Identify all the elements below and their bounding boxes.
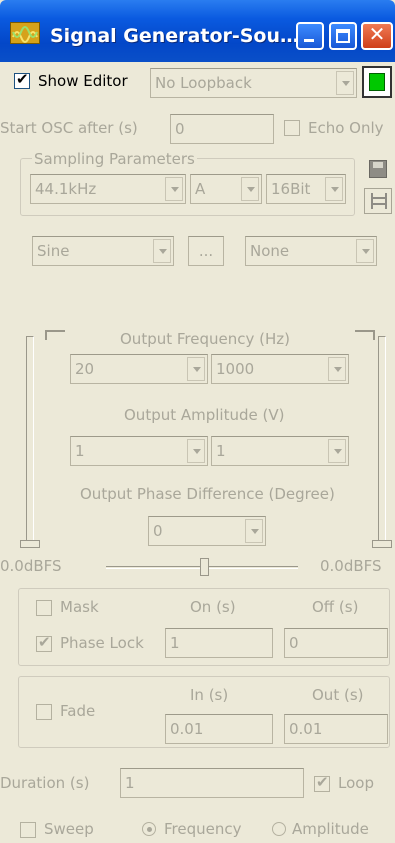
equalizer-icon: [371, 193, 387, 209]
amplitude-a-value: 1: [75, 442, 85, 460]
phase-difference-label: Output Phase Difference (Degree): [80, 485, 335, 503]
phase-value: 0: [153, 522, 163, 540]
mask-on-label: On (s): [190, 598, 236, 616]
start-osc-label: Start OSC after (s): [0, 119, 138, 137]
right-level-slider[interactable]: [378, 336, 386, 548]
sample-rate-select[interactable]: 44.1kHz: [30, 174, 186, 204]
chevron-down-icon: [153, 239, 171, 263]
balance-thumb[interactable]: [200, 558, 209, 576]
minimize-button[interactable]: [296, 22, 324, 50]
loop-label: Loop: [338, 774, 374, 792]
settings-button[interactable]: [364, 188, 392, 214]
fade-checkbox[interactable]: [36, 704, 52, 720]
chevron-down-icon: [165, 177, 183, 201]
sweep-label: Sweep: [44, 820, 94, 838]
left-level-slider[interactable]: [26, 336, 34, 548]
output-frequency-label: Output Frequency (Hz): [120, 330, 290, 348]
left-level-thumb[interactable]: [20, 540, 40, 548]
show-editor-checkbox[interactable]: ✔: [14, 70, 30, 89]
start-osc-field[interactable]: 0: [170, 114, 274, 144]
save-icon: [369, 160, 387, 178]
chevron-down-icon: [336, 71, 354, 95]
mask-off-field[interactable]: 0: [284, 628, 388, 658]
amplitude-a-select[interactable]: 1: [70, 436, 208, 466]
frequency-a-select[interactable]: 20: [70, 354, 208, 384]
modulation-value: None: [250, 242, 290, 260]
amplitude-b-select[interactable]: 1: [211, 436, 349, 466]
chevron-down-icon: [328, 357, 346, 381]
frequency-b-select[interactable]: 1000: [211, 354, 349, 384]
mask-checkbox[interactable]: [36, 600, 52, 616]
green-led-icon: [369, 73, 385, 91]
chevron-down-icon: [356, 239, 374, 263]
left-dbfs-label: 0.0dBFS: [0, 557, 62, 575]
phase-lock-label: Phase Lock: [60, 634, 144, 652]
run-toggle-button[interactable]: [362, 66, 392, 98]
sweep-checkbox[interactable]: [20, 822, 36, 838]
bit-depth-select[interactable]: 16Bit: [266, 174, 346, 204]
duration-field[interactable]: 1: [120, 768, 304, 798]
output-amplitude-label: Output Amplitude (V): [124, 406, 285, 424]
mask-label: Mask: [60, 598, 99, 616]
right-dbfs-label: 0.0dBFS: [320, 557, 382, 575]
amplitude-b-value: 1: [216, 442, 226, 460]
frequency-b-value: 1000: [216, 360, 255, 378]
sweep-amplitude-radio[interactable]: [272, 822, 286, 836]
waveform-options-button[interactable]: ...: [188, 236, 224, 266]
chevron-down-icon: [241, 177, 259, 201]
loopback-value: No Loopback: [155, 74, 252, 92]
chevron-down-icon: [187, 439, 205, 463]
mask-on-field[interactable]: 1: [165, 628, 273, 658]
channel-value: A: [195, 180, 206, 198]
modulation-select[interactable]: None: [245, 236, 377, 266]
right-level-thumb[interactable]: [372, 540, 392, 548]
fade-label: Fade: [60, 702, 96, 720]
sweep-frequency-label: Frequency: [164, 820, 242, 838]
fade-out-label: Out (s): [312, 686, 364, 704]
channel-select[interactable]: A: [190, 174, 262, 204]
echo-only-checkbox[interactable]: [284, 120, 300, 136]
left-slider-bracket: [45, 330, 65, 340]
bit-depth-value: 16Bit: [271, 180, 311, 198]
chevron-down-icon: [245, 519, 263, 543]
frequency-a-value: 20: [75, 360, 95, 378]
chevron-down-icon: [325, 177, 343, 201]
sweep-frequency-radio[interactable]: [142, 822, 156, 836]
right-slider-bracket: [355, 330, 375, 340]
minimize-icon: [304, 39, 314, 42]
chevron-down-icon: [328, 439, 346, 463]
duration-label: Duration (s): [0, 774, 90, 792]
loop-checkbox[interactable]: ✔: [314, 773, 330, 792]
save-button[interactable]: [364, 157, 392, 183]
title-bar[interactable]: Signal Generator-Sou… ✕: [0, 0, 395, 62]
show-editor-label: Show Editor: [38, 72, 128, 90]
chevron-down-icon: [187, 357, 205, 381]
sample-rate-value: 44.1kHz: [35, 180, 97, 198]
sweep-amplitude-label: Amplitude: [292, 820, 369, 838]
phase-lock-checkbox[interactable]: ✔: [36, 633, 52, 652]
signal-generator-icon: [10, 22, 40, 44]
waveform-select[interactable]: Sine: [32, 236, 174, 266]
window-title: Signal Generator-Sou…: [50, 25, 300, 47]
fade-out-field[interactable]: 0.01: [284, 714, 388, 744]
sampling-parameters-title: Sampling Parameters: [32, 150, 197, 168]
echo-only-label: Echo Only: [308, 119, 384, 137]
close-icon: ✕: [368, 22, 386, 46]
loopback-select[interactable]: No Loopback: [150, 68, 357, 98]
phase-select[interactable]: 0: [148, 516, 266, 546]
maximize-icon: [336, 29, 350, 43]
fade-in-label: In (s): [190, 686, 229, 704]
close-button[interactable]: ✕: [361, 22, 393, 50]
maximize-button[interactable]: [329, 22, 357, 50]
fade-in-field[interactable]: 0.01: [165, 714, 273, 744]
mask-off-label: Off (s): [312, 598, 359, 616]
waveform-value: Sine: [37, 242, 70, 260]
